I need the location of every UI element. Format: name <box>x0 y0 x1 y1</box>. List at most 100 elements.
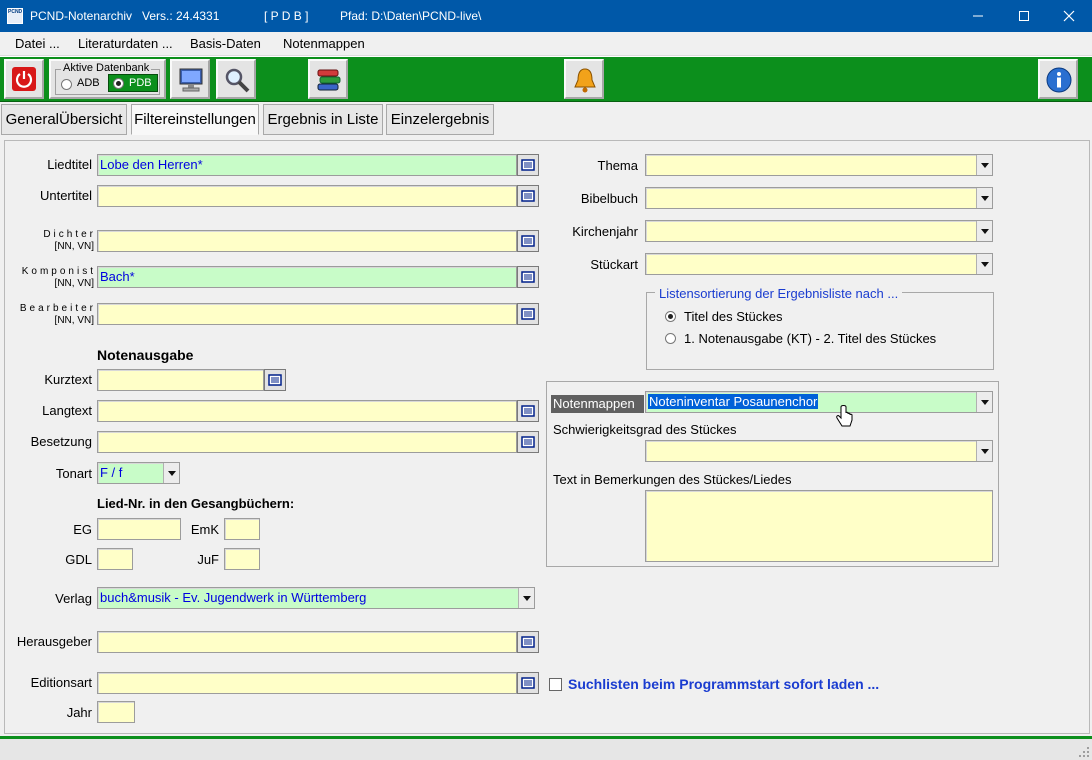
herausgeber-field[interactable] <box>97 631 517 653</box>
tonart-value: F / f <box>100 465 123 480</box>
eg-label: EG <box>73 522 92 537</box>
verlag-label: Verlag <box>55 591 92 606</box>
pick-list-icon <box>521 677 535 689</box>
version-label: Vers.: 24.4331 <box>142 9 220 23</box>
dichter-sub-label: [NN, VN] <box>54 241 94 252</box>
status-bar <box>0 736 1092 760</box>
tab-filtereinstellungen[interactable]: Filtereinstellungen <box>131 104 259 135</box>
notenmappen-label: Notenmappen <box>551 395 644 413</box>
bearbeiter-pick-button[interactable] <box>517 303 539 325</box>
tonart-label: Tonart <box>55 466 92 481</box>
radio-adb[interactable] <box>61 79 72 90</box>
gdl-label: GDL <box>65 552 92 567</box>
pick-list-icon <box>521 636 535 648</box>
editionsart-pick-button[interactable] <box>517 672 539 694</box>
menu-datei[interactable]: Datei ... <box>15 36 60 51</box>
dichter-field[interactable] <box>97 230 517 252</box>
bemerkung-textarea[interactable] <box>645 490 993 562</box>
close-button[interactable] <box>1046 0 1092 32</box>
menu-literaturdaten[interactable]: Literaturdaten ... <box>78 36 173 51</box>
besetzung-pick-button[interactable] <box>517 431 539 453</box>
verlag-select[interactable]: buch&musik - Ev. Jugendwerk in Württembe… <box>97 587 535 609</box>
menu-basis-daten[interactable]: Basis-Daten <box>190 36 261 51</box>
pick-list-icon <box>268 374 282 386</box>
minimize-button[interactable] <box>955 0 1001 32</box>
radio-pdb-label: PDB <box>129 77 152 89</box>
liedtitel-pick-button[interactable] <box>517 154 539 176</box>
herausgeber-pick-button[interactable] <box>517 631 539 653</box>
langtext-pick-button[interactable] <box>517 400 539 422</box>
search-icon <box>225 68 250 93</box>
notenmappen-select[interactable]: Noteninventar Posaunenchor <box>645 391 993 413</box>
monitor-button[interactable] <box>170 59 210 99</box>
tab-ergebnis-in-liste[interactable]: Ergebnis in Liste <box>263 104 383 135</box>
maximize-button[interactable] <box>1001 0 1047 32</box>
juf-field[interactable] <box>224 548 260 570</box>
info-icon <box>1046 67 1072 93</box>
komponist-field[interactable]: Bach* <box>97 266 517 288</box>
chevron-down-icon[interactable] <box>976 254 992 274</box>
pick-list-icon <box>521 405 535 417</box>
power-icon <box>12 67 36 91</box>
chevron-down-icon[interactable] <box>518 588 534 608</box>
active-db-label: Aktive Datenbank <box>61 62 152 74</box>
window-title: PCND-Notenarchiv <box>30 9 133 23</box>
info-button[interactable] <box>1038 59 1078 99</box>
eg-field[interactable] <box>97 518 181 540</box>
tab-general-uebersicht[interactable]: GeneralÜbersicht <box>1 104 127 135</box>
sort-radio-edition[interactable] <box>665 333 676 344</box>
editionsart-field[interactable] <box>97 672 517 694</box>
bearbeiter-field[interactable] <box>97 303 517 325</box>
bibelbuch-select[interactable] <box>645 187 993 209</box>
minimize-icon <box>973 15 983 17</box>
verlag-value: buch&musik - Ev. Jugendwerk in Württembe… <box>100 590 367 605</box>
autoload-checkbox[interactable] <box>549 678 562 691</box>
chevron-down-icon[interactable] <box>976 441 992 461</box>
resize-grip-icon[interactable] <box>1078 746 1090 758</box>
bell-button[interactable] <box>564 59 604 99</box>
bibelbuch-label: Bibelbuch <box>580 191 638 206</box>
search-button[interactable] <box>216 59 256 99</box>
chevron-down-icon[interactable] <box>976 155 992 175</box>
liedtitel-field[interactable]: Lobe den Herren* <box>97 154 517 176</box>
books-button[interactable] <box>308 59 348 99</box>
monitor-icon <box>179 68 203 92</box>
pick-list-icon <box>521 190 535 202</box>
dichter-pick-button[interactable] <box>517 230 539 252</box>
tonart-select[interactable]: F / f <box>97 462 180 484</box>
thema-select[interactable] <box>645 154 993 176</box>
emk-label: EmK <box>190 522 219 537</box>
kurztext-pick-button[interactable] <box>264 369 286 391</box>
chevron-down-icon[interactable] <box>976 221 992 241</box>
schwierigkeit-select[interactable] <box>645 440 993 462</box>
chevron-down-icon[interactable] <box>976 188 992 208</box>
kurztext-field[interactable] <box>97 369 264 391</box>
untertitel-label: Untertitel <box>39 188 92 203</box>
menu-notenmappen[interactable]: Notenmappen <box>283 36 365 51</box>
komponist-label: Komponist <box>21 266 96 277</box>
chevron-down-icon[interactable] <box>163 463 179 483</box>
langtext-field[interactable] <box>97 400 517 422</box>
radio-adb-label: ADB <box>77 77 100 89</box>
gdl-field[interactable] <box>97 548 133 570</box>
bell-icon <box>574 68 596 93</box>
sort-radio-title[interactable] <box>665 311 676 322</box>
autoload-label[interactable]: Suchlisten beim Programmstart sofort lad… <box>568 676 879 692</box>
untertitel-pick-button[interactable] <box>517 185 539 207</box>
path-label: Pfad: D:\Daten\PCND-live\ <box>340 9 482 23</box>
schwierigkeit-label: Schwierigkeitsgrad des Stückes <box>553 422 737 437</box>
close-icon <box>1063 10 1075 22</box>
kirchenjahr-select[interactable] <box>645 220 993 242</box>
stueckart-select[interactable] <box>645 253 993 275</box>
besetzung-field[interactable] <box>97 431 517 453</box>
liedtitel-label: Liedtitel <box>47 157 92 172</box>
untertitel-field[interactable] <box>97 185 517 207</box>
radio-pdb[interactable] <box>113 78 124 89</box>
chevron-down-icon[interactable] <box>976 392 992 412</box>
tab-einzelergebnis[interactable]: Einzelergebnis <box>386 104 494 135</box>
exit-button[interactable] <box>4 59 44 99</box>
jahr-field[interactable] <box>97 701 135 723</box>
pick-list-icon <box>521 271 535 283</box>
emk-field[interactable] <box>224 518 260 540</box>
komponist-pick-button[interactable] <box>517 266 539 288</box>
